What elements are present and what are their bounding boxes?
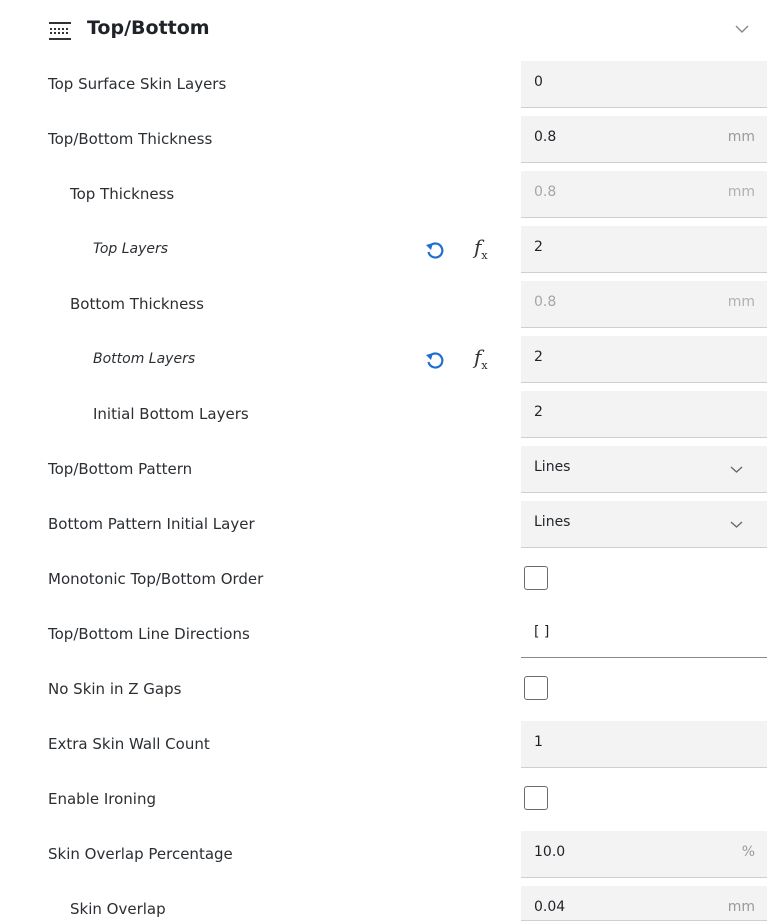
setting-row-no-skin-z-gaps: No Skin in Z Gaps [0, 666, 767, 714]
top-thickness-input[interactable]: 0.8 mm [521, 171, 767, 218]
no-skin-z-gaps-checkbox[interactable] [524, 676, 548, 700]
setting-row-bottom-thickness: Bottom Thickness 0.8 mm [0, 281, 767, 329]
top-surface-skin-layers-input[interactable]: 0 [521, 61, 767, 108]
setting-label: Top Surface Skin Layers [48, 75, 227, 93]
initial-bottom-layers-input[interactable]: 2 [521, 391, 767, 438]
section-title: Top/Bottom [87, 17, 210, 39]
setting-row-monotonic-order: Monotonic Top/Bottom Order [0, 556, 767, 604]
setting-row-bottom-pattern-initial-layer: Bottom Pattern Initial Layer Lines [0, 501, 767, 549]
setting-label: Bottom Thickness [70, 295, 204, 313]
setting-label: Top Thickness [70, 185, 175, 203]
extra-skin-wall-count-input[interactable]: 1 [521, 721, 767, 768]
chevron-down-icon[interactable] [735, 24, 749, 34]
field-value: 0.8 [534, 184, 557, 200]
skin-overlap-input[interactable]: 0.04 mm [521, 886, 767, 921]
field-value: 10.0 [534, 844, 566, 860]
setting-row-bottom-layers: Bottom Layers fx 2 [0, 336, 767, 384]
setting-row-initial-bottom-layers: Initial Bottom Layers 2 [0, 391, 767, 439]
field-value: [ ] [534, 624, 550, 640]
field-unit: mm [727, 899, 755, 915]
field-value: 2 [534, 404, 543, 420]
top-bottom-thickness-input[interactable]: 0.8 mm [521, 116, 767, 163]
field-unit: % [741, 844, 755, 860]
field-value: 2 [534, 239, 543, 255]
function-icon[interactable]: fx [474, 235, 488, 262]
setting-row-extra-skin-wall-count: Extra Skin Wall Count 1 [0, 721, 767, 769]
field-value: 1 [534, 734, 543, 750]
setting-label: Top/Bottom Thickness [48, 130, 213, 148]
enable-ironing-checkbox[interactable] [524, 786, 548, 810]
field-value: 0.8 [534, 294, 557, 310]
chevron-down-icon [730, 466, 743, 473]
top-bottom-pattern-dropdown[interactable]: Lines [521, 446, 767, 493]
setting-row-enable-ironing: Enable Ironing [0, 776, 767, 824]
bottom-thickness-input[interactable]: 0.8 mm [521, 281, 767, 328]
setting-label: No Skin in Z Gaps [48, 680, 182, 698]
setting-label: Monotonic Top/Bottom Order [48, 570, 264, 588]
chevron-down-icon [730, 521, 743, 528]
bottom-pattern-initial-layer-dropdown[interactable]: Lines [521, 501, 767, 548]
line-directions-input[interactable]: [ ] [521, 611, 767, 658]
setting-label: Skin Overlap Percentage [48, 845, 233, 863]
setting-row-top-layers: Top Layers fx 2 [0, 226, 767, 274]
dropdown-value: Lines [534, 459, 571, 475]
dropdown-value: Lines [534, 514, 571, 530]
setting-row-line-directions: Top/Bottom Line Directions [ ] [0, 611, 767, 659]
setting-label: Bottom Pattern Initial Layer [48, 515, 255, 533]
top-layers-input[interactable]: 2 [521, 226, 767, 273]
field-unit: mm [727, 294, 755, 310]
setting-label: Initial Bottom Layers [93, 405, 249, 423]
field-value: 0.04 [534, 899, 566, 915]
setting-row-skin-overlap: Skin Overlap 0.04 mm [0, 886, 767, 921]
setting-row-top-bottom-pattern: Top/Bottom Pattern Lines [0, 446, 767, 494]
field-unit: mm [727, 184, 755, 200]
field-value: 2 [534, 349, 543, 365]
function-icon[interactable]: fx [474, 345, 488, 372]
reset-icon[interactable] [424, 350, 446, 372]
setting-label: Top Layers [93, 241, 169, 257]
bottom-layers-input[interactable]: 2 [521, 336, 767, 383]
reset-icon[interactable] [424, 240, 446, 262]
setting-label: Extra Skin Wall Count [48, 735, 210, 753]
field-value: 0.8 [534, 129, 557, 145]
setting-row-top-surface-skin-layers: Top Surface Skin Layers 0 [0, 61, 767, 109]
setting-label: Enable Ironing [48, 790, 157, 808]
monotonic-order-checkbox[interactable] [524, 566, 548, 590]
section-header-top-bottom[interactable]: Top/Bottom [0, 0, 767, 58]
setting-label: Bottom Layers [93, 351, 196, 367]
setting-row-top-thickness: Top Thickness 0.8 mm [0, 171, 767, 219]
top-bottom-layers-icon [49, 22, 71, 40]
field-value: 0 [534, 74, 543, 90]
setting-label: Top/Bottom Pattern [48, 460, 193, 478]
setting-row-skin-overlap-percentage: Skin Overlap Percentage 10.0 % [0, 831, 767, 879]
setting-row-top-bottom-thickness: Top/Bottom Thickness 0.8 mm [0, 116, 767, 164]
setting-label: Skin Overlap [70, 900, 166, 918]
field-unit: mm [727, 129, 755, 145]
skin-overlap-percentage-input[interactable]: 10.0 % [521, 831, 767, 878]
setting-label: Top/Bottom Line Directions [48, 625, 250, 643]
